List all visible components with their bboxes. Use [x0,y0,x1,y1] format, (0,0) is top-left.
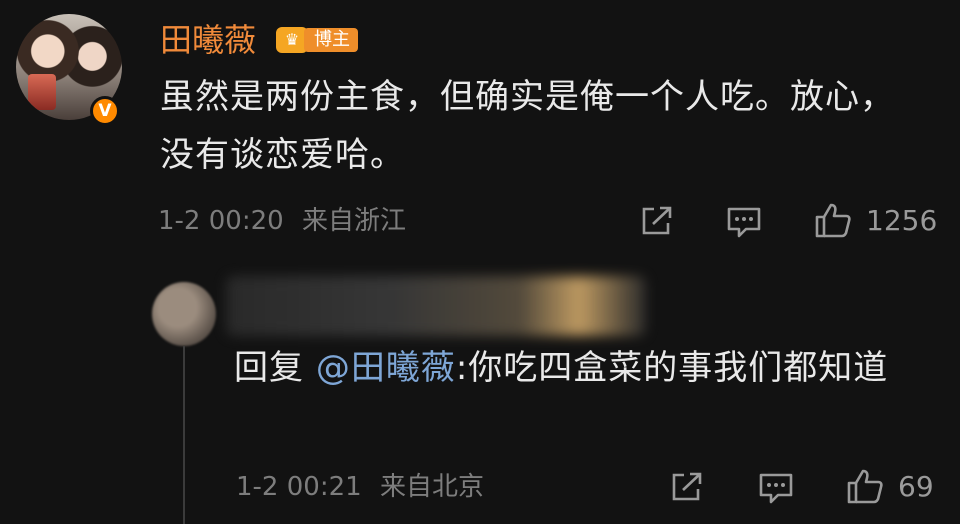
commenter-username[interactable]: 田曦薇 [160,19,256,61]
blogger-badge-label: 博主 [304,28,358,52]
replier-avatar[interactable] [152,282,216,346]
thumbs-up-icon [815,203,851,238]
like-count: 1256 [866,203,938,237]
comment-icon [759,473,793,504]
comment-meta: 1-2 00:20 来自浙江 [158,204,406,238]
reply-location: 来自北京 [379,472,484,502]
thread-divider [183,346,185,524]
reply-text: 回复 @田曦薇:你吃四盒菜的事我们都知道 [234,340,924,396]
comment-text: 虽然是两份主食，但确实是俺一个人吃。放心，没有谈恋爱哈。 [160,77,895,175]
comment-location: 来自浙江 [301,206,406,236]
reply-time: 1-2 00:21 [236,472,362,502]
share-button[interactable] [640,205,674,237]
reply-button[interactable] [726,206,762,238]
verified-badge-icon: V [90,96,120,126]
blogger-badge: ♛ 博主 [276,26,358,54]
comment-icon [727,207,761,238]
reply-meta: 1-2 00:21 来自北京 [236,470,484,504]
reply-body: :你吃四盒菜的事我们都知道 [455,348,889,388]
reply-like-button[interactable]: 69 [846,468,934,504]
thumbs-up-icon [847,469,883,504]
share-icon [672,472,702,501]
reply-mention[interactable]: @田曦薇 [316,348,456,388]
comment-time: 1-2 00:20 [158,206,284,236]
like-button[interactable]: 1256 [814,202,937,238]
reply-comment-button[interactable] [758,472,794,504]
blurred-username [226,276,646,336]
avatar-photo-detail [28,74,56,110]
reply-prefix: 回复 [234,348,316,388]
share-icon [642,206,672,235]
reply-like-count: 69 [898,469,934,503]
reply-share-button[interactable] [670,471,704,503]
